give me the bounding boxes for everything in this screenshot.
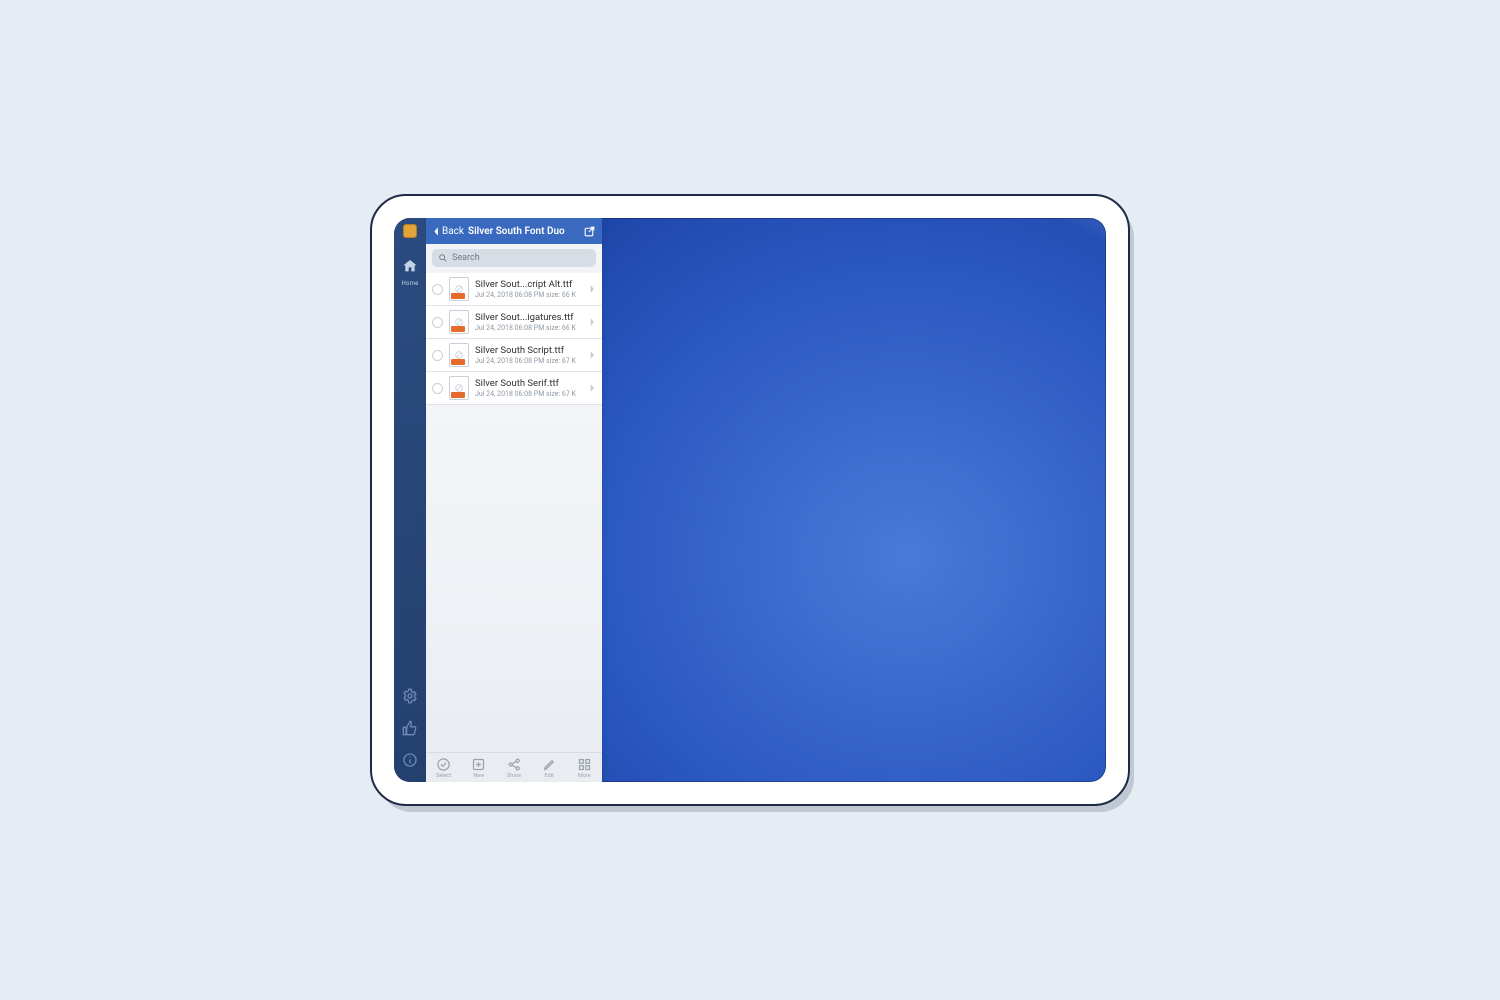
search-icon (438, 253, 448, 263)
file-thumbnail (449, 343, 469, 367)
chevron-right-icon (588, 383, 596, 393)
file-row[interactable]: Silver Sout...igatures.ttf Jul 24, 2018 … (426, 306, 602, 339)
file-name: Silver South Script.ttf (475, 345, 582, 356)
back-button[interactable]: Back (432, 226, 464, 237)
ttf-badge (451, 359, 465, 365)
file-thumbnail (449, 277, 469, 301)
disclosure-chevron[interactable] (588, 350, 596, 360)
toolbar-label: Share (507, 773, 521, 779)
grid-icon (577, 757, 592, 772)
device-frame: Home Back Silver South Font Duo (370, 194, 1130, 806)
check-circle-icon (436, 757, 451, 772)
panel-title: Silver South Font Duo (468, 226, 579, 237)
file-thumbnail (449, 376, 469, 400)
file-meta: Jul 24, 2018 06:08 PM size: 67 K (475, 390, 582, 398)
chevron-right-icon (588, 284, 596, 294)
toolbar-more-button[interactable]: More (577, 757, 592, 779)
select-radio[interactable] (432, 383, 443, 394)
system-rail: Home (394, 218, 426, 782)
file-name: Silver Sout...cript Alt.ttf (475, 279, 582, 290)
app-chip-icon (403, 224, 417, 238)
back-label: Back (442, 226, 464, 237)
toolbar-new-button[interactable]: New (471, 757, 486, 779)
file-name: Silver South Serif.ttf (475, 378, 582, 389)
file-meta: Jul 24, 2018 06:08 PM size: 66 K (475, 291, 582, 299)
file-row[interactable]: Silver South Script.ttf Jul 24, 2018 06:… (426, 339, 602, 372)
ttf-badge (451, 293, 465, 299)
chevron-left-icon (432, 226, 441, 237)
toolbar-select-button[interactable]: Select (436, 757, 451, 779)
search-placeholder: Search (452, 253, 480, 263)
open-external-icon (583, 225, 596, 238)
file-meta: Jul 24, 2018 06:08 PM size: 67 K (475, 357, 582, 365)
info-icon (402, 752, 418, 768)
select-radio[interactable] (432, 284, 443, 295)
open-externally-button[interactable] (583, 225, 596, 238)
search-bar-container: Search (426, 244, 602, 273)
search-input[interactable]: Search (432, 249, 596, 267)
share-icon (507, 757, 522, 772)
ttf-badge (451, 326, 465, 332)
disclosure-chevron[interactable] (588, 317, 596, 327)
file-row[interactable]: Silver South Serif.ttf Jul 24, 2018 06:0… (426, 372, 602, 405)
toolbar-label: New (473, 773, 484, 779)
chevron-right-icon (588, 317, 596, 327)
disclosure-chevron[interactable] (588, 383, 596, 393)
like-button[interactable] (400, 718, 420, 738)
thumbs-up-icon (402, 720, 418, 736)
toolbar-edit-button[interactable]: Edit (542, 757, 557, 779)
ttf-badge (451, 392, 465, 398)
home-icon (402, 258, 418, 274)
file-thumbnail (449, 310, 469, 334)
panel-toolbar: Select New Share Edit More (426, 752, 602, 782)
chevron-right-icon (588, 350, 596, 360)
file-row[interactable]: Silver Sout...cript Alt.ttf Jul 24, 2018… (426, 273, 602, 306)
file-list: Silver Sout...cript Alt.ttf Jul 24, 2018… (426, 273, 602, 405)
toolbar-label: Select (436, 773, 451, 779)
plus-square-icon (471, 757, 486, 772)
panel-header: Back Silver South Font Duo (426, 218, 602, 244)
toolbar-label: More (578, 773, 591, 779)
select-radio[interactable] (432, 350, 443, 361)
toolbar-label: Edit (545, 773, 554, 779)
panel-empty-area (426, 405, 602, 752)
settings-button[interactable] (400, 686, 420, 706)
disclosure-chevron[interactable] (588, 284, 596, 294)
file-name: Silver Sout...igatures.ttf (475, 312, 582, 323)
select-radio[interactable] (432, 317, 443, 328)
info-button[interactable] (400, 750, 420, 770)
home-button[interactable] (400, 256, 420, 276)
ipad-screen: Home Back Silver South Font Duo (394, 218, 1106, 782)
toolbar-share-button[interactable]: Share (507, 757, 522, 779)
gear-icon (402, 688, 418, 704)
pencil-icon (542, 757, 557, 772)
file-panel: Back Silver South Font Duo Search (426, 218, 602, 782)
file-meta: Jul 24, 2018 06:08 PM size: 66 K (475, 324, 582, 332)
home-label: Home (401, 280, 418, 287)
